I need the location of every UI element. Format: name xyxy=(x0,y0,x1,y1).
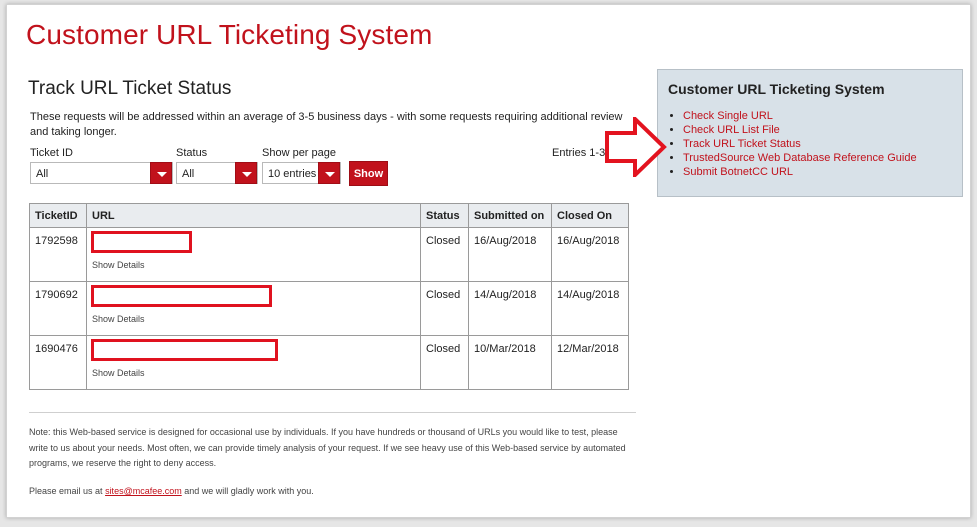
entries-count: Entries 1-3 xyxy=(552,147,606,159)
ticket-id-cell: 1792598 xyxy=(29,227,87,282)
closed-cell: 16/Aug/2018 xyxy=(551,227,629,282)
check-single-url-link[interactable]: Check Single URL xyxy=(683,110,773,122)
url-cell: Show Details xyxy=(86,281,421,336)
table-row: 1792598 Show Details Closed 16/Aug/2018 … xyxy=(29,227,629,282)
url-cell: Show Details xyxy=(86,227,421,282)
per-page-label: Show per page xyxy=(262,147,336,159)
sidebar-item: Check URL List File xyxy=(683,123,917,137)
submitted-cell: 10/Mar/2018 xyxy=(468,335,552,390)
trustedsource-reference-guide-link[interactable]: TrustedSource Web Database Reference Gui… xyxy=(683,152,917,164)
table-header-row: TicketID URL Status Submitted on Closed … xyxy=(29,203,629,228)
status-select-value: All xyxy=(182,168,195,180)
sidebar-links: Check Single URL Check URL List File Tra… xyxy=(667,109,917,179)
show-details-link[interactable]: Show Details xyxy=(92,260,415,270)
email-line: Please email us at sites@mcafee.com and … xyxy=(29,486,314,496)
email-suffix: and we will gladly work with you. xyxy=(184,486,314,496)
show-button[interactable]: Show xyxy=(349,161,388,186)
app-title: Customer URL Ticketing System xyxy=(26,19,433,50)
chevron-down-icon[interactable] xyxy=(150,162,172,184)
chevron-down-icon[interactable] xyxy=(235,162,257,184)
column-header-ticketid: TicketID xyxy=(29,203,87,228)
redacted-url xyxy=(91,231,192,253)
sidebar-item: Track URL Ticket Status xyxy=(683,137,917,151)
chevron-down-icon[interactable] xyxy=(318,162,340,184)
status-cell: Closed xyxy=(420,281,469,336)
column-header-closed: Closed On xyxy=(551,203,629,228)
sidebar-item: Submit BotnetCC URL xyxy=(683,165,917,179)
show-details-link[interactable]: Show Details xyxy=(92,368,415,378)
table-row: 1690476 Show Details Closed 10/Mar/2018 … xyxy=(29,335,629,390)
table-row: 1790692 Show Details Closed 14/Aug/2018 … xyxy=(29,281,629,336)
url-cell: Show Details xyxy=(86,335,421,390)
email-link[interactable]: sites@mcafee.com xyxy=(105,486,182,496)
ticket-id-cell: 1690476 xyxy=(29,335,87,390)
track-url-ticket-status-link[interactable]: Track URL Ticket Status xyxy=(683,138,801,150)
submit-botnetcc-url-link[interactable]: Submit BotnetCC URL xyxy=(683,166,793,178)
closed-cell: 12/Mar/2018 xyxy=(551,335,629,390)
submitted-cell: 14/Aug/2018 xyxy=(468,281,552,336)
tickets-table: TicketID URL Status Submitted on Closed … xyxy=(29,203,629,390)
page-panel: Customer URL Ticketing System Track URL … xyxy=(6,4,971,518)
column-header-status: Status xyxy=(420,203,469,228)
status-cell: Closed xyxy=(420,335,469,390)
intro-text: These requests will be addressed within … xyxy=(30,111,623,138)
submitted-cell: 16/Aug/2018 xyxy=(468,227,552,282)
sidebar-item: TrustedSource Web Database Reference Gui… xyxy=(683,151,917,165)
annotation-arrow-icon xyxy=(605,117,667,177)
column-header-submitted: Submitted on xyxy=(468,203,552,228)
show-details-link[interactable]: Show Details xyxy=(92,314,415,324)
ticket-id-select-value: All xyxy=(36,168,49,180)
ticket-id-select[interactable]: All xyxy=(30,162,173,184)
column-header-url: URL xyxy=(86,203,421,228)
redacted-url xyxy=(91,339,278,361)
per-page-select[interactable]: 10 entries xyxy=(262,162,341,184)
redacted-url xyxy=(91,285,272,307)
per-page-select-value: 10 entries xyxy=(268,168,317,180)
sidebar-panel: Customer URL Ticketing System Check Sing… xyxy=(657,69,963,197)
sidebar-title: Customer URL Ticketing System xyxy=(668,81,885,97)
check-url-list-file-link[interactable]: Check URL List File xyxy=(683,124,780,136)
closed-cell: 14/Aug/2018 xyxy=(551,281,629,336)
page-title: Track URL Ticket Status xyxy=(28,78,232,99)
status-cell: Closed xyxy=(420,227,469,282)
sidebar-item: Check Single URL xyxy=(683,109,917,123)
ticket-id-cell: 1790692 xyxy=(29,281,87,336)
usage-note: Note: this Web-based service is designed… xyxy=(29,427,626,468)
status-select[interactable]: All xyxy=(176,162,258,184)
email-prefix: Please email us at xyxy=(29,486,103,496)
ticket-id-label: Ticket ID xyxy=(30,147,73,159)
divider xyxy=(29,412,636,413)
status-label: Status xyxy=(176,147,208,159)
